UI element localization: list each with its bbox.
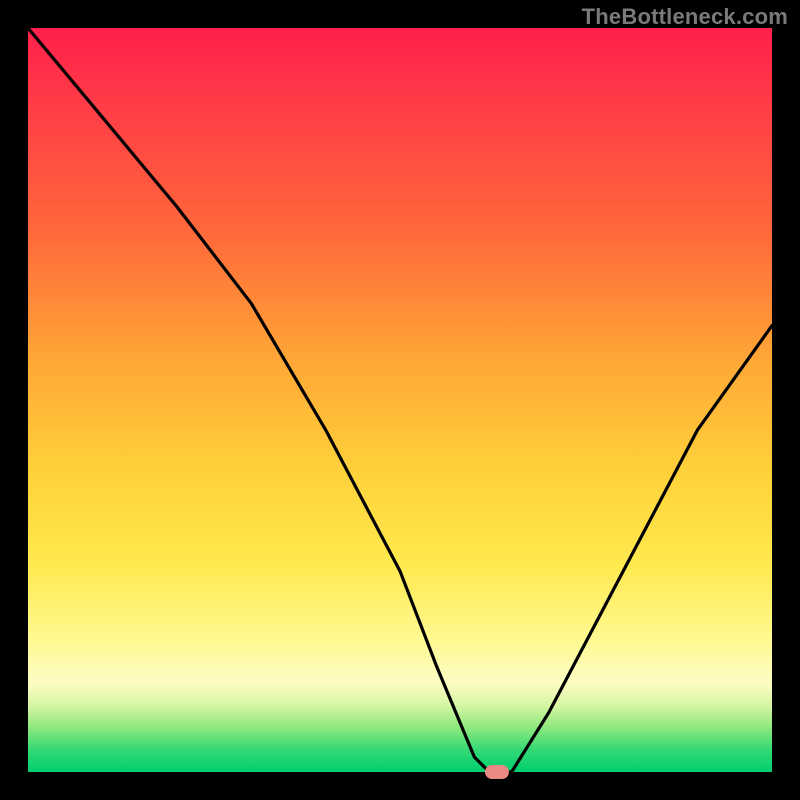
chart-frame: TheBottleneck.com xyxy=(0,0,800,800)
curve-svg xyxy=(28,28,772,772)
bottleneck-curve-path xyxy=(28,28,772,772)
watermark-text: TheBottleneck.com xyxy=(582,4,788,30)
optimal-marker xyxy=(485,765,509,779)
plot-area xyxy=(28,28,772,772)
